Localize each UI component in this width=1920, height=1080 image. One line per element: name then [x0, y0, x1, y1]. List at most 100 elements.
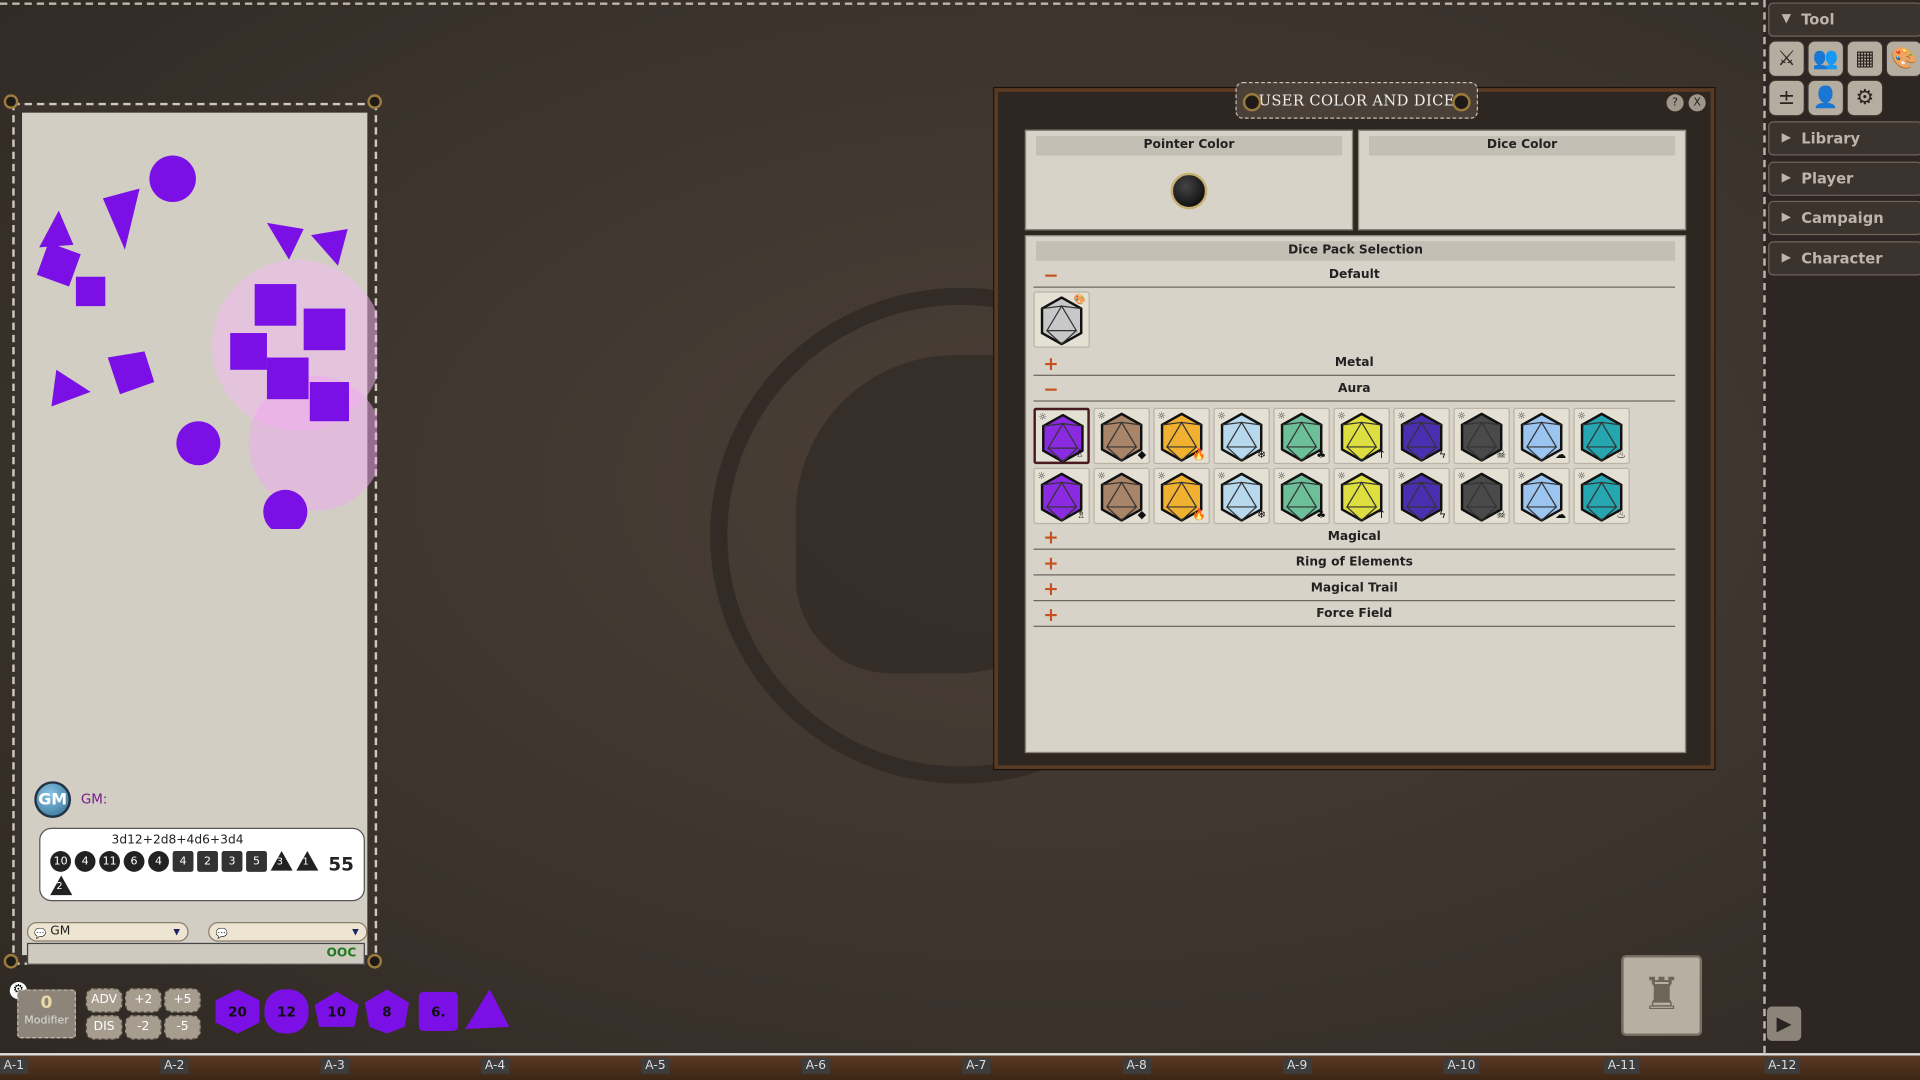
- dice-pack-group-metal[interactable]: + Metal: [1033, 351, 1676, 376]
- plus-icon[interactable]: +: [1043, 525, 1058, 549]
- identity-select[interactable]: 💬 GM: [26, 922, 189, 942]
- dice-pack-tile[interactable]: ☼ ❄: [1213, 467, 1270, 525]
- minus-icon[interactable]: −: [1043, 263, 1058, 287]
- rolled-die: 11: [99, 851, 120, 872]
- aura-ring-icon: ☼: [1277, 470, 1286, 482]
- plus-5-button[interactable]: +5: [164, 988, 201, 1013]
- aura-ring-icon: ☼: [1577, 470, 1586, 482]
- minus-2-button[interactable]: -2: [124, 1015, 162, 1040]
- modifiers-icon[interactable]: ±: [1768, 79, 1805, 117]
- dice-pack-label: Dice Pack Selection: [1035, 241, 1676, 261]
- dice-pack-tile[interactable]: ☼ ◆: [1093, 467, 1150, 525]
- plus-2-button[interactable]: +2: [124, 988, 162, 1013]
- element-icon: ↑: [1376, 449, 1387, 462]
- element-icon: ♣: [1316, 449, 1327, 462]
- adv-button[interactable]: ADV: [85, 988, 123, 1013]
- dice-tower-button[interactable]: ♜: [1621, 955, 1703, 1036]
- play-icon[interactable]: ▶: [1766, 1006, 1802, 1041]
- aura-ring-icon: ☼: [1457, 410, 1466, 422]
- modifier-box[interactable]: 0 Modifier: [17, 989, 76, 1039]
- chat-log[interactable]: GM GM: 3d12+2d8+4d6+3d4 10 4 11 6 4 4 2 3 5 3 1 2 5…: [22, 112, 378, 965]
- language-select[interactable]: 💬: [208, 922, 368, 942]
- element-icon: 🔥: [1192, 509, 1207, 522]
- dice-pack-tile[interactable]: ☼ ↑: [1333, 407, 1390, 465]
- dice-pack-tile[interactable]: ☼ ♨: [1573, 407, 1630, 465]
- plus-icon[interactable]: +: [1043, 551, 1058, 575]
- dice-pack-tile[interactable]: ☼ ϟ: [1393, 467, 1450, 525]
- rivet: [3, 94, 19, 109]
- dice-pack-tile[interactable]: ☼ ♣: [1273, 467, 1330, 525]
- element-icon: ◆: [1137, 509, 1147, 522]
- dice-color-panel[interactable]: Dice Color: [1357, 129, 1687, 231]
- d10-die[interactable]: 10: [314, 991, 359, 1027]
- d12-die[interactable]: 12: [264, 989, 309, 1034]
- element-icon: ϟ: [1438, 449, 1447, 462]
- die-d12: [176, 421, 221, 466]
- group-label: Default: [1328, 268, 1380, 282]
- calendar-icon[interactable]: ▦: [1846, 40, 1884, 78]
- minus-5-button[interactable]: -5: [164, 1015, 201, 1040]
- die-d10: [107, 351, 155, 395]
- effects-icon[interactable]: 👤: [1807, 79, 1845, 117]
- combat-tracker-icon[interactable]: ⚔: [1768, 40, 1805, 78]
- plus-icon[interactable]: +: [1043, 351, 1058, 375]
- dice-pack-tile[interactable]: ☼ ◆: [1093, 407, 1150, 465]
- aura-ring-icon: ☼: [1217, 410, 1226, 422]
- plus-icon[interactable]: +: [1043, 577, 1058, 601]
- dice-pack-tile[interactable]: ☼ ❄: [1213, 407, 1270, 465]
- d8-die[interactable]: 8: [364, 989, 409, 1034]
- identity-value: GM: [50, 924, 71, 938]
- dice-pack-tile[interactable]: ☼ 🔥: [1153, 407, 1210, 465]
- dice-pack-tile[interactable]: ☼ ♗: [1033, 467, 1090, 525]
- dice-pack-tile[interactable]: ☼ ☁: [1513, 467, 1570, 525]
- party-sheet-icon[interactable]: 👥: [1807, 40, 1845, 78]
- dice-pack-tile[interactable]: ☼ ↑: [1333, 467, 1390, 525]
- chat-input[interactable]: OOC: [26, 942, 365, 965]
- ooc-toggle[interactable]: OOC: [327, 947, 357, 960]
- colors-icon[interactable]: 🎨: [1885, 40, 1920, 78]
- dice-pack-tile[interactable]: ☼ ☁: [1513, 407, 1570, 465]
- dice-pack-group-ring-of-elements[interactable]: + Ring of Elements: [1033, 551, 1676, 576]
- dice-pack-tile[interactable]: ☼ ♣: [1273, 407, 1330, 465]
- die-d4: [51, 369, 91, 407]
- dice-pack-tile[interactable]: ☼ ♗: [1033, 407, 1090, 465]
- dis-button[interactable]: DIS: [85, 1015, 123, 1040]
- chat-window: GM GM: 3d12+2d8+4d6+3d4 10 4 11 6 4 4 2 3 5 3 1 2 5…: [12, 102, 378, 965]
- die-d6: [230, 333, 267, 370]
- d6-die[interactable]: 6.: [418, 991, 458, 1032]
- dice-pack-tile[interactable]: ☼ 🔥: [1153, 467, 1210, 525]
- options-icon[interactable]: ⚙: [1846, 79, 1884, 117]
- sidebar-section-tool[interactable]: ▼ Tool: [1768, 2, 1920, 37]
- dice-pack-tile[interactable]: 🎨: [1033, 291, 1090, 348]
- element-icon: ↑: [1376, 509, 1387, 522]
- sidebar-section-library[interactable]: ▶ Library: [1768, 121, 1920, 156]
- close-button[interactable]: X: [1688, 94, 1706, 112]
- dice-pack-tile[interactable]: ☼ ϟ: [1393, 407, 1450, 465]
- grid-coordinate-bar: A-1 A-2 A-3 A-4 A-5 A-6 A-7 A-8 A-9 A-10 A-11 A-12: [0, 1053, 1920, 1080]
- d20-die[interactable]: 20: [215, 989, 260, 1034]
- sidebar-section-player[interactable]: ▶ Player: [1768, 161, 1920, 196]
- rolled-die: 5: [246, 851, 267, 872]
- dice-pack-group-default[interactable]: − Default: [1033, 263, 1676, 288]
- aura-ring-icon: ☼: [1397, 470, 1406, 482]
- dice-pack-group-magical-trail[interactable]: + Magical Trail: [1033, 577, 1676, 602]
- pointer-color-swatch[interactable]: [1170, 172, 1208, 210]
- dice-pack-group-aura[interactable]: − Aura: [1033, 377, 1676, 402]
- group-label: Magical: [1327, 530, 1381, 544]
- dice-pack-group-magical[interactable]: + Magical: [1033, 525, 1676, 550]
- aura-ring-icon: ☼: [1337, 410, 1346, 422]
- element-icon: ☠: [1496, 449, 1507, 462]
- grid-label: A-2: [160, 1057, 189, 1074]
- minus-icon[interactable]: −: [1043, 377, 1058, 401]
- dice-pack-tile[interactable]: ☼ ♨: [1573, 467, 1630, 525]
- dice-pack-group-force-field[interactable]: + Force Field: [1033, 602, 1676, 627]
- sidebar-section-character[interactable]: ▶ Character: [1768, 241, 1920, 276]
- triangle-right-icon: ▶: [1781, 171, 1792, 185]
- aura-ring-icon: ☼: [1397, 410, 1406, 422]
- plus-icon[interactable]: +: [1043, 602, 1058, 626]
- d4-die[interactable]: [465, 989, 510, 1030]
- dice-pack-tile[interactable]: ☼ ☠: [1453, 467, 1510, 525]
- help-button[interactable]: ?: [1666, 94, 1684, 112]
- sidebar-section-campaign[interactable]: ▶ Campaign: [1768, 200, 1920, 236]
- dice-pack-tile[interactable]: ☼ ☠: [1453, 407, 1510, 465]
